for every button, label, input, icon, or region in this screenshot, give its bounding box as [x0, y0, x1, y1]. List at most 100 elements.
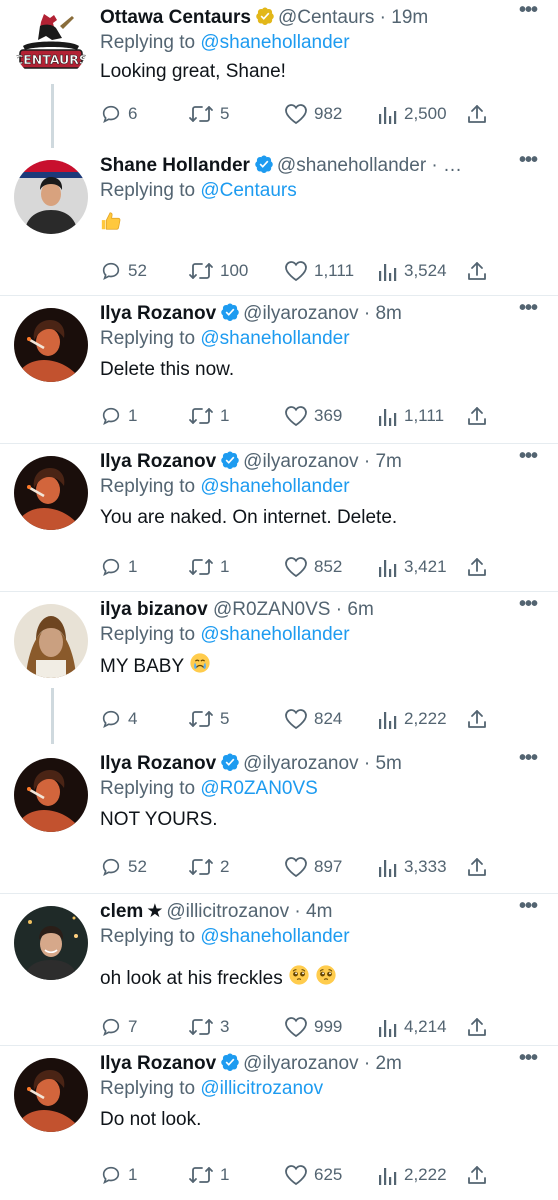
avatar[interactable] [14, 1058, 88, 1132]
retweet-count: 2 [220, 857, 230, 876]
display-name[interactable]: Ottawa Centaurs [100, 7, 251, 28]
user-handle[interactable]: @Centaurs [278, 7, 374, 28]
views-button[interactable]: 2,222 [378, 704, 447, 734]
tweet[interactable]: CENTAURS Ottawa Centaurs @Centaurs · 19m ••… [0, 0, 558, 150]
replying-to-link[interactable]: @Centaurs [200, 180, 296, 201]
user-handle[interactable]: @ilyarozanov [243, 1053, 358, 1074]
timestamp[interactable]: 2m [375, 1053, 401, 1074]
replying-to-link[interactable]: @shanehollander [200, 476, 349, 497]
timestamp[interactable]: 4m [306, 901, 332, 922]
display-name[interactable]: Ilya Rozanov [100, 753, 216, 774]
tweet[interactable]: ilya bizanov @R0ZAN0VS · 6m ••• Replying t… [0, 594, 558, 748]
like-button[interactable]: 369 [284, 401, 342, 431]
tweet[interactable]: Ilya Rozanov @ilyarozanov · 8m ••• Replying… [0, 298, 558, 446]
replying-to-link[interactable]: @illicitrozanov [200, 1078, 323, 1099]
avatar[interactable] [14, 308, 88, 382]
share-button[interactable] [466, 401, 494, 431]
reply-button[interactable]: 1 [100, 401, 137, 431]
like-button[interactable]: 1,111 [284, 256, 354, 286]
like-button[interactable]: 982 [284, 99, 342, 129]
retweet-button[interactable]: 100 [188, 256, 248, 286]
tweet[interactable]: clem ★ @illicitrozanov · 4m ••• Replying to … [0, 896, 558, 1048]
more-icon[interactable]: ••• [516, 1048, 540, 1071]
share-button[interactable] [466, 704, 494, 734]
avatar[interactable]: CENTAURS [14, 6, 88, 80]
timestamp[interactable]: … [443, 155, 462, 176]
views-button[interactable]: 2,222 [378, 1160, 447, 1190]
tweet[interactable]: Ilya Rozanov @ilyarozanov · 2m ••• Replying… [0, 1048, 558, 1200]
display-name[interactable]: Ilya Rozanov [100, 1053, 216, 1074]
share-button[interactable] [466, 99, 494, 129]
like-button[interactable]: 897 [284, 852, 342, 882]
retweet-button[interactable]: 5 [188, 99, 229, 129]
views-button[interactable]: 3,421 [378, 552, 447, 582]
reply-button[interactable]: 7 [100, 1012, 137, 1042]
tweet[interactable]: Shane Hollander @shanehollander · … ••• Rep… [0, 150, 558, 298]
tweet[interactable]: Ilya Rozanov @ilyarozanov · 7m ••• Replying… [0, 446, 558, 594]
retweet-button[interactable]: 3 [188, 1012, 229, 1042]
replying-to-link[interactable]: @shanehollander [200, 32, 349, 53]
tweet-divider [0, 443, 558, 444]
timestamp[interactable]: 8m [375, 303, 401, 324]
timestamp[interactable]: 19m [391, 7, 428, 28]
avatar[interactable] [14, 160, 88, 234]
views-button[interactable]: 1,111 [378, 401, 444, 431]
display-name[interactable]: clem [100, 901, 143, 922]
share-button[interactable] [466, 852, 494, 882]
retweet-button[interactable]: 2 [188, 852, 229, 882]
like-button[interactable]: 999 [284, 1012, 342, 1042]
more-icon[interactable]: ••• [516, 594, 540, 617]
share-button[interactable] [466, 256, 494, 286]
reply-button[interactable]: 1 [100, 1160, 137, 1190]
more-icon[interactable]: ••• [516, 298, 540, 321]
like-button[interactable]: 852 [284, 552, 342, 582]
retweet-button[interactable]: 1 [188, 1160, 229, 1190]
replying-to-link[interactable]: @shanehollander [200, 624, 349, 645]
display-name[interactable]: Ilya Rozanov [100, 451, 216, 472]
replying-to-link[interactable]: @R0ZAN0VS [200, 778, 318, 799]
retweet-button[interactable]: 1 [188, 552, 229, 582]
replying-to-link[interactable]: @shanehollander [200, 926, 349, 947]
more-icon[interactable]: ••• [516, 748, 540, 771]
user-handle[interactable]: @R0ZAN0VS [213, 599, 331, 620]
user-handle[interactable]: @illicitrozanov [166, 901, 289, 922]
user-handle[interactable]: @shanehollander [277, 155, 426, 176]
tweet[interactable]: Ilya Rozanov @ilyarozanov · 5m ••• Replying… [0, 748, 558, 896]
tweet-actions: 1 1 625 2,222 [100, 1160, 540, 1190]
avatar[interactable] [14, 758, 88, 832]
avatar[interactable] [14, 906, 88, 980]
retweet-button[interactable]: 1 [188, 401, 229, 431]
retweet-button[interactable]: 5 [188, 704, 229, 734]
timestamp[interactable]: 6m [347, 599, 373, 620]
share-button[interactable] [466, 1012, 494, 1042]
reply-button[interactable]: 52 [100, 852, 147, 882]
more-icon[interactable]: ••• [516, 896, 540, 919]
views-button[interactable]: 2,500 [378, 99, 447, 129]
more-icon[interactable]: ••• [516, 446, 540, 469]
display-name[interactable]: ilya bizanov [100, 599, 208, 620]
like-count: 852 [314, 557, 343, 576]
reply-button[interactable]: 52 [100, 256, 147, 286]
display-name[interactable]: Ilya Rozanov [100, 303, 216, 324]
replying-to-link[interactable]: @shanehollander [200, 328, 349, 349]
reply-button[interactable]: 6 [100, 99, 137, 129]
avatar[interactable] [14, 456, 88, 530]
user-handle[interactable]: @ilyarozanov [243, 451, 358, 472]
views-button[interactable]: 3,333 [378, 852, 447, 882]
user-handle[interactable]: @ilyarozanov [243, 303, 358, 324]
views-button[interactable]: 3,524 [378, 256, 447, 286]
avatar[interactable] [14, 604, 88, 678]
like-button[interactable]: 625 [284, 1160, 342, 1190]
views-button[interactable]: 4,214 [378, 1012, 447, 1042]
reply-button[interactable]: 4 [100, 704, 137, 734]
more-icon[interactable]: ••• [516, 150, 540, 173]
user-handle[interactable]: @ilyarozanov [243, 753, 358, 774]
timestamp[interactable]: 5m [375, 753, 401, 774]
share-button[interactable] [466, 552, 494, 582]
timestamp[interactable]: 7m [375, 451, 401, 472]
more-icon[interactable]: ••• [516, 0, 540, 23]
share-button[interactable] [466, 1160, 494, 1190]
reply-button[interactable]: 1 [100, 552, 137, 582]
like-button[interactable]: 824 [284, 704, 342, 734]
display-name[interactable]: Shane Hollander [100, 155, 250, 176]
